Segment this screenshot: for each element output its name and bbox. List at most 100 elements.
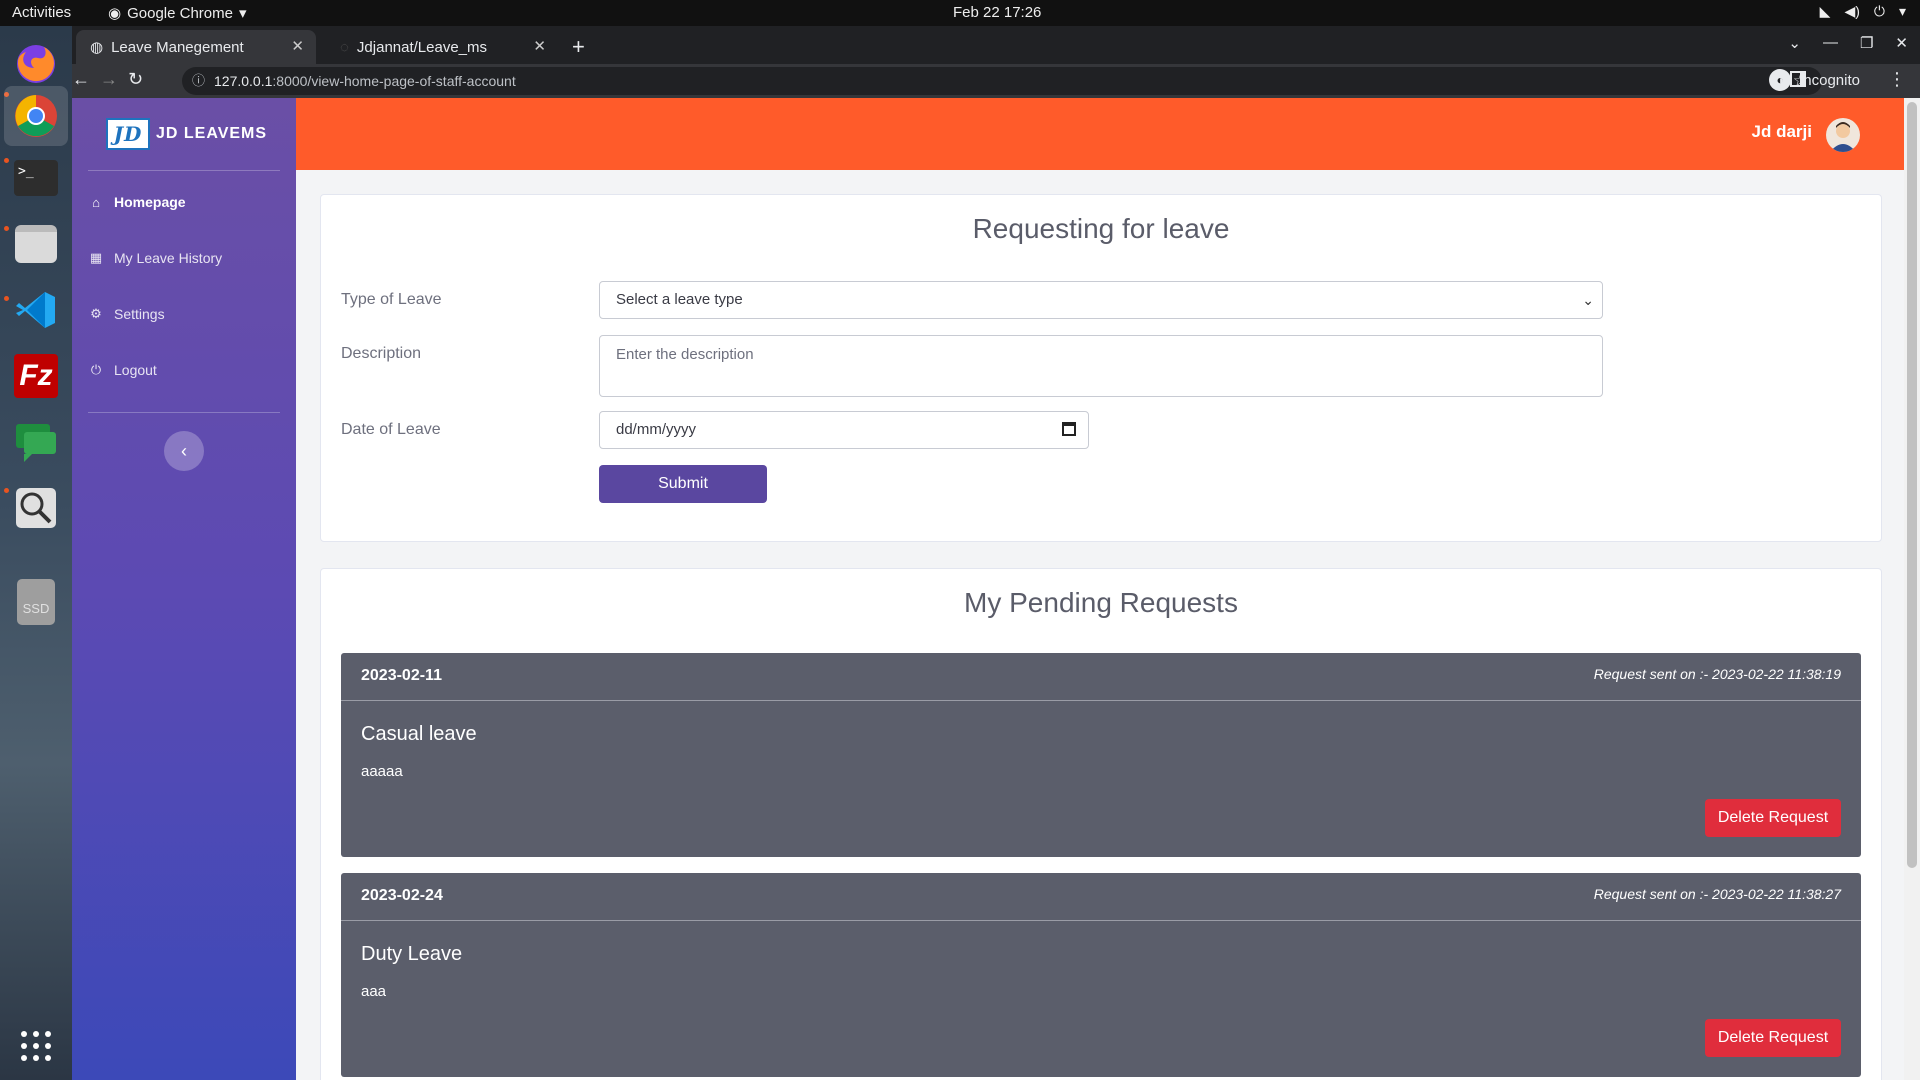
pending-title: My Pending Requests (964, 587, 1238, 618)
tab-search-icon[interactable]: ⌄ (1788, 34, 1801, 52)
divider (88, 170, 280, 171)
dock: >_ Fz SSD (0, 26, 72, 1080)
back-icon[interactable]: ← (72, 69, 90, 90)
url-path: :8000/view-home-page-of-staff-account (272, 73, 516, 89)
sidebar-item-label: My Leave History (114, 250, 223, 266)
sidebar-item-settings[interactable]: ⚙ Settings (88, 288, 165, 340)
reload-icon[interactable]: ↻ (128, 69, 143, 90)
brand[interactable]: JD JD LEAVEMS (106, 118, 267, 150)
volume-icon: ◀) (1844, 3, 1860, 19)
avatar[interactable] (1826, 118, 1860, 152)
sidebar-toggle-button[interactable]: ‹ (164, 431, 204, 471)
tab-github[interactable]: ◌ Jdjannat/Leave_ms ✕ (326, 30, 558, 64)
ssd-label: SSD (17, 579, 55, 625)
chrome-icon[interactable] (4, 86, 68, 146)
close-tab-icon[interactable]: ✕ (291, 37, 304, 55)
browser-toolbar: ← → ↻ ⓘ 127.0.0.1:8000/view-home-page-of… (72, 64, 1920, 98)
power-icon: ⏻ (90, 362, 102, 377)
maximize-icon[interactable]: ❐ (1860, 34, 1873, 52)
type-of-leave-label: Type of Leave (341, 291, 442, 308)
calendar-icon[interactable] (1062, 422, 1076, 436)
pending-requests-card: My Pending Requests 2023-02-11 Request s… (320, 568, 1882, 1080)
username[interactable]: Jd darji (1752, 122, 1812, 142)
request-header: 2023-02-11 Request sent on :- 2023-02-22… (341, 653, 1861, 701)
form-title: Requesting for leave (972, 213, 1230, 244)
browser-menu-icon[interactable]: ⋮ (1888, 69, 1906, 90)
request-description: aaaaa (361, 763, 403, 780)
sidebar-item-homepage[interactable]: ⌂ Homepage (88, 176, 186, 228)
github-icon: ◌ (340, 38, 349, 56)
incognito-icon: ◐ (1769, 69, 1792, 91)
sidebar-item-label: Logout (114, 362, 157, 378)
close-window-icon[interactable]: ✕ (1895, 34, 1908, 52)
address-bar[interactable]: ⓘ 127.0.0.1:8000/view-home-page-of-staff… (182, 67, 1822, 95)
request-leave-type: Duty Leave (361, 943, 463, 965)
description-label: Description (341, 345, 422, 362)
request-card: 2023-02-24 Request sent on :- 2023-02-22… (341, 873, 1861, 1077)
tab-title: Jdjannat/Leave_ms (356, 38, 488, 56)
caret-down-icon: ▾ (238, 5, 247, 22)
incognito-label: Incognito (1799, 71, 1860, 89)
top-header: Jd darji (296, 98, 1904, 170)
filezilla-icon[interactable]: Fz (12, 352, 60, 400)
close-tab-icon[interactable]: ✕ (533, 37, 546, 55)
request-leave-type: Casual leave (361, 723, 477, 745)
delete-request-button[interactable]: Delete Request (1705, 799, 1841, 837)
sidebar-item-leave-history[interactable]: ▦ My Leave History (88, 232, 222, 284)
date-of-leave-label: Date of Leave (341, 421, 441, 438)
minimize-icon[interactable]: — (1823, 34, 1838, 52)
leave-type-selected: Select a leave type (616, 291, 743, 308)
sidebar-item-label: Homepage (114, 194, 186, 210)
clock[interactable]: Feb 22 17:26 (953, 4, 1041, 21)
app-menu[interactable]: ◉ Google Chrome ▾ (108, 4, 247, 23)
request-leave-date: 2023-02-11 (361, 667, 442, 684)
gear-icon: ⚙ (90, 306, 102, 321)
files-icon[interactable] (12, 220, 60, 268)
request-sent-on: Request sent on :- 2023-02-22 11:38:27 (1593, 886, 1841, 902)
firefox-icon[interactable] (12, 40, 60, 88)
divider (88, 412, 280, 413)
scrollbar-thumb[interactable] (1907, 102, 1917, 868)
vscode-icon[interactable] (12, 286, 60, 334)
caret-down-icon: ▾ (1898, 3, 1906, 19)
home-icon: ⌂ (92, 194, 100, 210)
activities-button[interactable]: Activities (12, 4, 71, 21)
terminal-icon[interactable]: >_ (12, 154, 60, 202)
chat-icon[interactable] (12, 418, 60, 466)
app-menu-label: Google Chrome (127, 4, 233, 22)
request-leave-date: 2023-02-24 (361, 887, 443, 904)
jd-logo: JD (106, 118, 150, 150)
brand-name: JD LEAVEMS (156, 125, 268, 142)
sidebar-item-logout[interactable]: ⏻ Logout (88, 344, 157, 396)
wifi-icon: ◣ (1819, 3, 1831, 19)
description-placeholder: Enter the description (616, 346, 754, 363)
delete-request-button[interactable]: Delete Request (1705, 1019, 1841, 1057)
leave-type-select[interactable]: Select a leave type ⌄ (599, 281, 1603, 319)
ssd-icon[interactable]: SSD (12, 578, 60, 626)
sidebar: JD JD LEAVEMS ⌂ Homepage ▦ My Leave Hist… (72, 98, 296, 1080)
submit-button[interactable]: Submit (599, 465, 767, 503)
globe-icon: ◍ (90, 39, 104, 56)
leave-request-card: Requesting for leave Type of Leave Selec… (320, 194, 1882, 542)
page-scrollbar[interactable] (1904, 98, 1920, 1080)
browser-chrome: ◍ Leave Manegement ✕ ◌ Jdjannat/Leave_ms… (72, 26, 1920, 98)
site-info-icon[interactable]: ⓘ (192, 67, 205, 95)
web-page: JD JD LEAVEMS ⌂ Homepage ▦ My Leave Hist… (72, 98, 1920, 1080)
chrome-small-icon: ◉ (108, 5, 122, 22)
date-of-leave-field[interactable]: dd/mm/yyyy (599, 411, 1089, 449)
incognito-indicator[interactable]: ◐ Incognito (1769, 69, 1860, 91)
system-tray[interactable]: ◣ ◀) ⏻ ▾ (1820, 3, 1906, 20)
tab-leave-management[interactable]: ◍ Leave Manegement ✕ (76, 30, 316, 64)
url-host: 127.0.0.1 (214, 73, 273, 89)
request-card: 2023-02-11 Request sent on :- 2023-02-22… (341, 653, 1861, 857)
date-placeholder: dd/mm/yyyy (616, 421, 697, 438)
forward-icon[interactable]: → (100, 69, 118, 90)
tab-title: Leave Manegement (111, 38, 244, 56)
app-grid-icon[interactable] (12, 1022, 60, 1070)
sidebar-item-label: Settings (114, 306, 165, 322)
request-header: 2023-02-24 Request sent on :- 2023-02-22… (341, 873, 1861, 921)
new-tab-button[interactable]: + (572, 34, 585, 60)
request-sent-on: Request sent on :- 2023-02-22 11:38:19 (1593, 666, 1841, 682)
magnifier-icon[interactable] (12, 484, 60, 532)
description-field[interactable]: Enter the description (599, 335, 1603, 397)
